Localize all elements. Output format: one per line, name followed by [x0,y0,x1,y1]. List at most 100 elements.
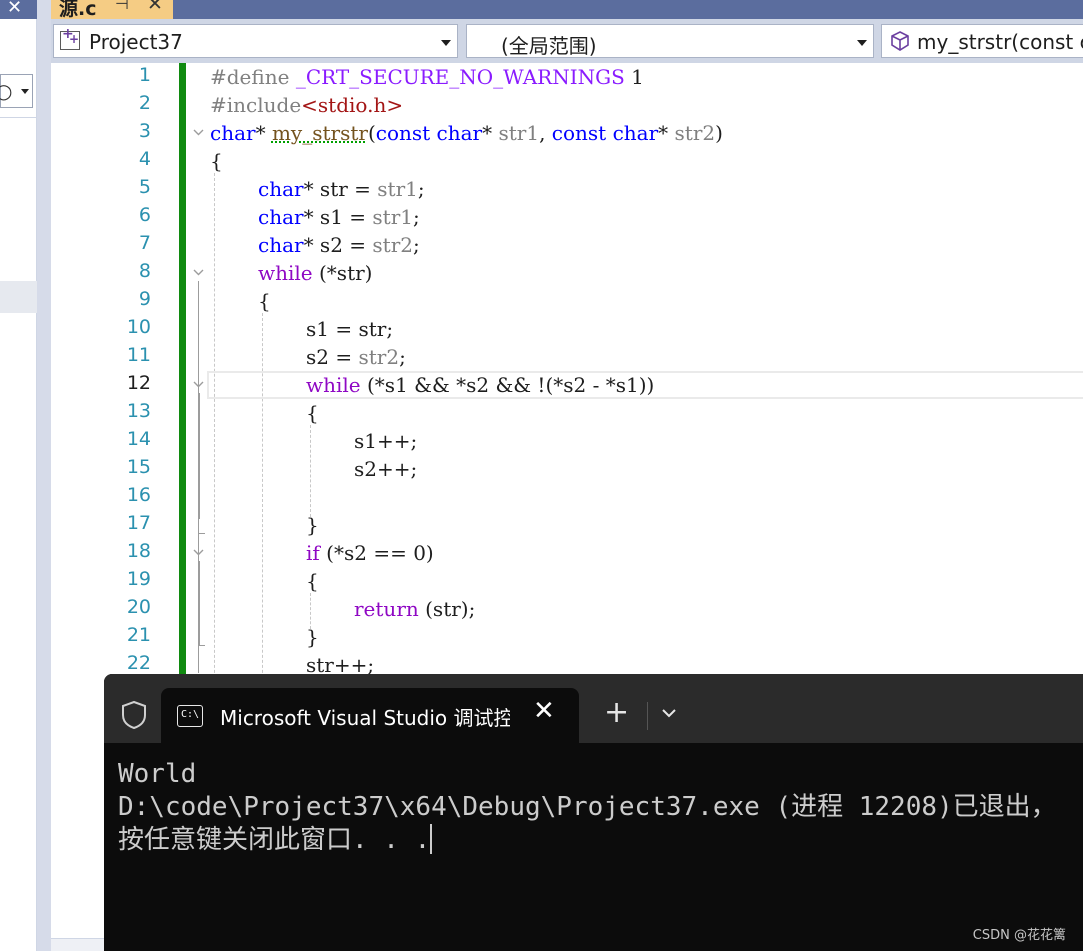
fold-guide-end [199,533,205,534]
type-token: char [258,233,304,257]
indent-guide [214,173,215,693]
fold-guide [199,393,200,519]
fold-toggle-icon[interactable] [192,266,205,279]
console-prompt-text: 按任意键关闭此窗口. . . [118,825,431,855]
line-number: 6 [138,204,151,226]
code-line-20: return (str); [354,595,475,623]
left-dock-panel: ✕ ○ [0,0,37,951]
scope-label: (全局范围) [501,34,597,58]
line-number: 22 [126,652,151,674]
function-cube-icon [891,31,909,51]
code-token: * s2 = [303,233,373,257]
line-number: 1 [138,64,151,86]
type-token: char [258,205,304,229]
indent-guide [310,425,311,517]
console-output[interactable]: World D:\code\Project37\x64\Debug\Project… [118,758,1057,857]
chevron-down-icon [857,40,867,46]
fold-guide-end [199,645,205,646]
line-number: 14 [126,428,151,450]
paren-token: ( [367,121,376,145]
debug-console-window[interactable]: C:\ Microsoft Visual Studio 调试控制台 ✕ + Wo… [104,674,1083,951]
pin-icon[interactable]: ⊣ [115,0,129,13]
line-number: 12 [126,372,151,394]
code-token: * str = [303,177,378,201]
code-line-21: } [306,625,319,649]
tab-source-file[interactable]: 源.c ⊣ ✕ [51,0,173,20]
code-token: (*s1 && *s2 && !(*s2 - *s1)) [360,373,655,397]
cmd-icon: C:\ [177,705,203,727]
left-dock-dropdown[interactable]: ○ [0,74,33,108]
chevron-down-icon [441,40,451,46]
code-token: * s1 = [303,205,373,229]
fold-toggle-icon[interactable] [192,126,205,139]
code-line-14: s1++; [354,429,418,453]
type-token: char [612,121,659,145]
control-keyword: return [354,597,419,621]
comma-token: , [539,121,552,145]
project-label: Project37 [89,30,183,54]
chevron-down-icon[interactable] [661,708,677,718]
parameter-token: str2 [674,121,716,145]
search-icon: ○ [0,79,13,103]
line-number: 8 [138,260,151,282]
watermark: CSDN @花花篱 [972,928,1066,943]
console-tab-title: Microsoft Visual Studio 调试控制台 [220,706,510,730]
semicolon-token: ; [417,177,425,201]
code-line-8: while (*str) [258,259,372,287]
code-line-2: #include<stdio.h> [210,91,403,119]
left-dock-selected-item[interactable] [0,281,37,313]
divider [0,117,37,118]
project-icon [60,26,80,50]
line-number: 15 [126,456,151,478]
line-number: 4 [138,148,151,170]
line-number: 19 [126,568,151,590]
navigation-bar: Project37 (全局范围) my_strstr(const c [51,19,1083,63]
line-number: 17 [126,512,151,534]
line-number: 3 [138,120,151,142]
line-number: 18 [126,540,151,562]
semicolon-token: ; [399,345,406,369]
member-dropdown[interactable]: my_strstr(const c [881,24,1083,58]
keyword-token: const [551,121,607,145]
indent-guide [262,313,263,693]
semicolon-token: ; [413,205,420,229]
include-path: <stdio.h> [301,93,404,117]
close-icon[interactable]: ✕ [147,0,163,15]
member-label: my_strstr(const c [917,30,1083,54]
code-line-17: } [306,513,319,537]
shield-icon [122,700,146,730]
change-tracking-bar [179,63,186,675]
code-line-3: char* my_strstr(const char* str1, const … [210,119,723,147]
code-token: s2 = [306,345,359,369]
code-line-6: char* s1 = str1; [258,203,420,231]
line-number: 11 [126,344,151,366]
return-type: char [210,121,256,145]
macro-value: 1 [624,65,644,89]
code-line-18: if (*s2 == 0) [306,539,434,567]
fold-guide [199,561,200,645]
parameter-token: str2 [372,233,413,257]
console-tab[interactable]: C:\ Microsoft Visual Studio 调试控制台 ✕ [161,688,579,743]
parameter-token: str1 [377,177,418,201]
text-cursor [430,824,433,854]
code-line-1: #define _CRT_SECURE_NO_WARNINGS 1 [210,63,644,91]
line-number: 21 [126,624,151,646]
control-keyword: while [258,261,313,285]
new-tab-button[interactable]: + [604,698,629,728]
close-icon[interactable]: ✕ [7,0,22,18]
close-icon[interactable]: ✕ [533,696,555,726]
console-line: 按任意键关闭此窗口. . . [118,824,1057,857]
type-token: char [436,121,483,145]
splitter[interactable] [37,0,51,951]
console-line: D:\code\Project37\x64\Debug\Project37.ex… [118,792,1057,822]
console-line: World [118,759,197,789]
line-number: 7 [138,232,151,254]
control-keyword: while [306,373,361,397]
scope-dropdown[interactable]: (全局范围) [466,24,874,58]
code-line-13: { [306,401,319,425]
code-token: (*str) [312,261,373,285]
code-line-19: { [306,569,319,593]
zoom-indicator[interactable] [51,938,104,951]
project-dropdown[interactable]: Project37 [53,24,458,58]
chevron-down-icon [21,89,29,94]
